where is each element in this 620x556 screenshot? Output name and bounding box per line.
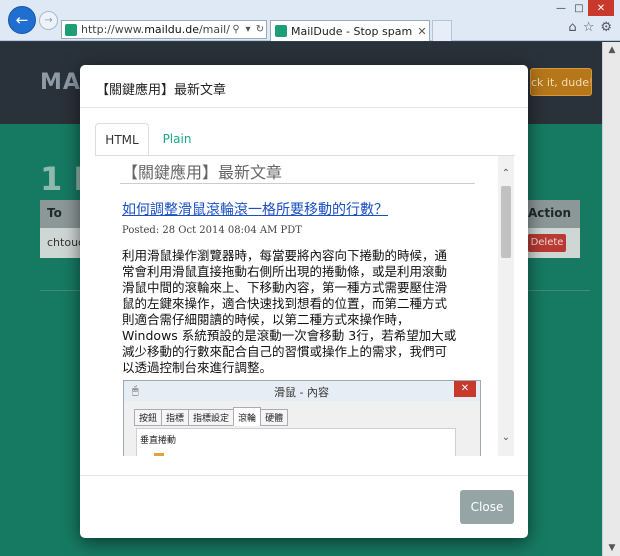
page-scrollbar[interactable]: ▲ ▼	[602, 42, 620, 556]
message-body-frame[interactable]: 【關鍵應用】最新文章 如何調整滑鼠滾輪滾一格所要移動的行數？ Posted: 2…	[108, 156, 503, 456]
body-line: 減少移動的行數來配合自己的習慣或操作上的需求，我們可	[122, 344, 448, 359]
embedded-screenshot: 🖱 滑鼠 - 內容 ✕ 按鈕 指標 指標設定 滾輪 硬體 垂直捲動	[123, 380, 481, 456]
tab-html[interactable]: HTML	[95, 123, 149, 156]
minimize-icon[interactable]: —	[552, 0, 570, 16]
body-line: 以透過控制台來進行調整。	[122, 360, 273, 375]
close-button[interactable]: Close	[460, 490, 514, 524]
embedded-close-icon: ✕	[454, 381, 476, 397]
delete-button[interactable]: Delete	[528, 234, 566, 252]
forward-arrow-icon[interactable]: →	[39, 11, 58, 30]
tab-title: MailDude - Stop spam in ...	[291, 24, 415, 38]
chevron-up-icon[interactable]: ⌃	[498, 168, 514, 179]
embedded-tabs: 按鈕 指標 指標設定 滾輪 硬體	[134, 407, 289, 426]
scroll-up-icon[interactable]: ▲	[603, 42, 620, 58]
embedded-tab: 硬體	[260, 409, 289, 426]
scrollbar-thumb[interactable]	[501, 186, 511, 258]
search-icon[interactable]: ⚲	[230, 24, 242, 35]
article-link[interactable]: 如何調整滑鼠滾輪滾一格所要移動的行數？	[122, 199, 388, 219]
divider	[120, 183, 475, 184]
star-icon[interactable]: ☆	[583, 20, 595, 35]
body-line: 滑鼠中間的滾輪來上、下移動內容，第一種方式需要壓住滑	[122, 280, 448, 295]
chevron-down-icon[interactable]: ⌄	[498, 432, 514, 443]
home-icon[interactable]: ⌂	[568, 20, 576, 35]
address-url: http://www.maildu.de/mail/check?	[81, 23, 230, 36]
body-line: Windows 系統預設的是滾動一次會移動 3行，若希望加大或	[122, 328, 457, 343]
tab-close-icon[interactable]: ✕	[415, 25, 429, 38]
new-tab-button[interactable]	[432, 20, 452, 41]
embedded-tab: 按鈕	[134, 409, 163, 426]
modal-title: 【關鍵應用】最新文章	[96, 83, 227, 98]
scroll-down-icon[interactable]: ▼	[603, 540, 620, 556]
browser-tab[interactable]: MailDude - Stop spam in ... ✕	[270, 20, 430, 41]
body-line: 常會利用滑鼠直接拖動右側所出現的捲動條，或是利用滾動	[122, 264, 448, 279]
embedded-group	[136, 428, 456, 456]
column-to: To	[47, 206, 62, 220]
gear-icon[interactable]: ⚙	[600, 20, 612, 35]
check-it-button[interactable]: ck it, dude!	[530, 68, 592, 96]
browser-toolbar: ← → http://www.maildu.de/mail/check? ⚲ ▾…	[0, 0, 620, 41]
embedded-tab: 指標	[161, 409, 190, 426]
mouse-icon: 🖱	[132, 384, 139, 397]
embedded-tab: 指標設定	[188, 409, 235, 426]
message-modal: 【關鍵應用】最新文章 HTML Plain 【關鍵應用】最新文章 如何調整滑鼠滾…	[80, 65, 528, 538]
column-action: Action	[528, 206, 572, 220]
body-line: 則適合需仔細閱讀的時候，以第二種方式來操作時，	[122, 312, 410, 327]
site-favicon-icon	[65, 23, 77, 36]
divider	[80, 475, 528, 476]
posted-date: Posted: 28 Oct 2014 08:04 AM PDT	[122, 225, 302, 236]
window-close-icon[interactable]: ✕	[588, 0, 614, 16]
browser-tools: ⌂ ☆ ⚙	[568, 20, 612, 35]
embedded-tab: 滾輪	[233, 407, 262, 426]
dropdown-icon[interactable]: ▾	[242, 24, 254, 35]
table-row: chtouc	[47, 236, 85, 249]
article-body: 利用滑鼠操作瀏覽器時，每當要將內容向下捲動的時候，通 常會利用滑鼠直接拖動右側所…	[122, 248, 478, 376]
tab-favicon-icon	[275, 25, 287, 37]
embedded-group-label: 垂直捲動	[140, 436, 177, 446]
embedded-title: 滑鼠 - 內容	[274, 386, 329, 399]
document-title: 【關鍵應用】最新文章	[122, 163, 283, 182]
body-line: 鼠的左鍵來操作，適合快速找到想看的位置，而第二種方式	[122, 296, 448, 311]
message-scrollbar[interactable]: ⌃ ⌄	[498, 156, 514, 456]
body-line: 利用滑鼠操作瀏覽器時，每當要將內容向下捲動的時候，通	[122, 248, 448, 263]
divider	[80, 107, 528, 108]
address-bar[interactable]: http://www.maildu.de/mail/check? ⚲ ▾ ↻	[61, 20, 267, 39]
browser-window: ← → http://www.maildu.de/mail/check? ⚲ ▾…	[0, 0, 620, 556]
tab-plain[interactable]: Plain	[150, 123, 204, 156]
maximize-icon[interactable]: □	[570, 0, 588, 16]
wheel-icon	[154, 453, 164, 456]
window-controls: — □ ✕	[552, 0, 614, 16]
refresh-icon[interactable]: ↻	[254, 24, 266, 35]
back-arrow-icon[interactable]: ←	[8, 6, 36, 34]
